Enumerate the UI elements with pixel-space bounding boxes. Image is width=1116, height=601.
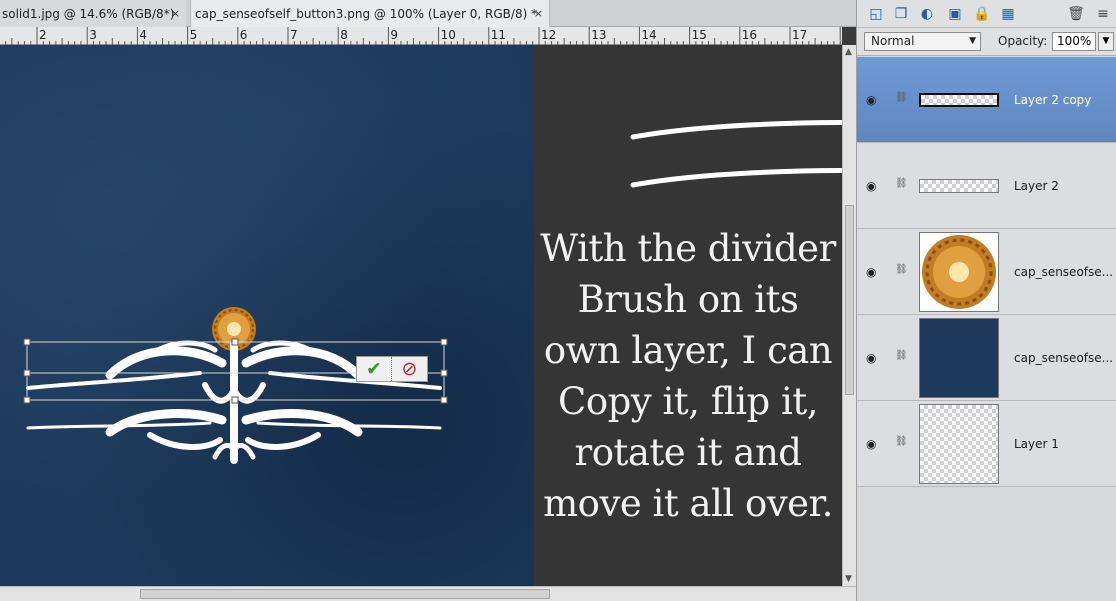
horizontal-scroll-thumb[interactable] — [140, 589, 550, 599]
ruler-number: 12 — [541, 28, 557, 42]
layer-row-background-paper[interactable]: ◉ ⛓ cap_senseofse... — [857, 315, 1116, 401]
ruler-number: 13 — [591, 28, 607, 42]
close-icon[interactable]: × — [534, 7, 543, 20]
vertical-scroll-thumb[interactable] — [845, 205, 854, 395]
horizontal-ruler: 2 3 4 5 6 7 8 9 10 11 12 13 14 15 16 17 — [0, 27, 842, 45]
link-icon[interactable]: ⛓ — [895, 350, 908, 361]
layer-mask-icon[interactable]: ▣ — [946, 5, 964, 23]
link-icon[interactable]: ⛓ — [895, 92, 908, 103]
layer-row-layer-2-copy[interactable]: ◉ ⛓ Layer 2 copy — [857, 57, 1116, 143]
link-icon[interactable]: ⛓ — [895, 436, 908, 447]
chevron-down-icon: ▼ — [969, 36, 976, 46]
ruler-number: 3 — [89, 28, 97, 42]
ruler-ticks — [5, 27, 841, 45]
lock-all-icon[interactable]: 🔒 — [973, 5, 991, 23]
visibility-eye-icon[interactable]: ◉ — [866, 437, 876, 451]
tab-cap-senseofself-button3[interactable]: cap_senseofself_button3.png @ 100% (Laye… — [190, 0, 550, 27]
tab-label: cap_senseofself_button3.png @ 100% (Laye… — [195, 6, 538, 21]
horizontal-scrollbar[interactable] — [0, 586, 856, 601]
layer-name: cap_senseofse... — [1014, 351, 1114, 365]
visibility-eye-icon[interactable]: ◉ — [866, 351, 876, 365]
adjustment-layer-icon[interactable]: ◐ — [918, 5, 936, 23]
layer-thumbnail — [919, 318, 999, 398]
new-group-icon[interactable]: ❐ — [892, 5, 910, 23]
layers-list: ◉ ⛓ Layer 2 copy ◉ ⛓ Layer 2 ◉ ⛓ cap_sen… — [857, 57, 1116, 487]
visibility-eye-icon[interactable]: ◉ — [866, 93, 876, 107]
layer-row-button[interactable]: ◉ ⛓ cap_senseofse... — [857, 229, 1116, 315]
trash-icon[interactable]: 🗑 — [1067, 5, 1085, 23]
photoshop-elements-window: solid1.jpg @ 14.6% (RGB/8*) × cap_senseo… — [0, 0, 1116, 601]
ruler-number: 16 — [741, 28, 758, 42]
blend-opacity-row: Normal ▼ Opacity: 100% ▼ — [857, 28, 1116, 56]
layer-thumbnail — [919, 93, 999, 107]
scroll-up-icon[interactable]: ▲ — [845, 47, 852, 57]
opacity-input[interactable]: 100% — [1052, 32, 1096, 51]
blend-mode-select[interactable]: Normal ▼ — [864, 32, 981, 51]
layers-toolbar: ◱ ❐ ◐ ▣ 🔒 ▦ 🗑 ≡ — [857, 0, 1116, 28]
layer-thumbnail — [919, 232, 999, 312]
opacity-dropdown-icon[interactable]: ▼ — [1098, 32, 1114, 51]
layers-panel: ◱ ❐ ◐ ▣ 🔒 ▦ 🗑 ≡ Normal ▼ Opacity: 100% ▼… — [856, 0, 1116, 601]
tab-label: solid1.jpg @ 14.6% (RGB/8*) — [2, 6, 175, 21]
ruler-number: 7 — [290, 28, 298, 42]
ruler-number: 2 — [39, 28, 47, 42]
checkmark-icon: ✔ — [366, 358, 382, 380]
ruler-number: 17 — [792, 28, 808, 42]
ruler-number: 15 — [691, 28, 707, 42]
blend-mode-value: Normal — [871, 34, 915, 48]
ruler-number: 4 — [139, 28, 148, 42]
panel-menu-icon[interactable]: ≡ — [1094, 5, 1112, 23]
layer-row-layer-1[interactable]: ◉ ⛓ Layer 1 — [857, 401, 1116, 487]
ruler-number: 6 — [239, 28, 248, 42]
layer-row-layer-2[interactable]: ◉ ⛓ Layer 2 — [857, 143, 1116, 229]
vertical-scrollbar[interactable]: ▲ ▼ — [842, 45, 856, 586]
workspace[interactable]: With the divider Brush on its own layer,… — [0, 45, 842, 586]
tutorial-caption: With the divider Brush on its own layer,… — [540, 227, 836, 525]
layer-thumbnail — [919, 404, 999, 484]
layer-thumbnail — [919, 179, 999, 193]
document-canvas[interactable] — [0, 45, 534, 586]
cancel-transform-button[interactable]: ⊘ — [392, 357, 427, 381]
layer-name: Layer 2 copy — [1014, 93, 1092, 107]
visibility-eye-icon[interactable]: ◉ — [866, 265, 876, 279]
commit-transform-button[interactable]: ✔ — [357, 357, 393, 381]
layer-name: Layer 2 — [1014, 179, 1059, 193]
cancel-icon: ⊘ — [401, 358, 418, 380]
ruler-number: 9 — [390, 28, 399, 42]
gold-button-thumbnail — [922, 235, 996, 309]
opacity-label: Opacity: — [998, 34, 1048, 48]
ruler-number: 8 — [340, 28, 348, 42]
new-layer-icon[interactable]: ◱ — [867, 5, 885, 23]
layer-name: Layer 1 — [1014, 437, 1059, 451]
ruler-number: 10 — [440, 28, 456, 42]
link-icon[interactable]: ⛓ — [895, 178, 908, 189]
ruler-number: 5 — [189, 28, 198, 42]
ruler-number: 14 — [641, 28, 657, 42]
visibility-eye-icon[interactable]: ◉ — [866, 179, 876, 193]
link-icon[interactable]: ⛓ — [895, 264, 908, 275]
tab-solid1[interactable]: solid1.jpg @ 14.6% (RGB/8*) × — [0, 0, 186, 27]
transform-commit-bar: ✔ ⊘ — [356, 356, 428, 382]
lock-transparency-icon[interactable]: ▦ — [999, 5, 1017, 23]
scroll-down-icon[interactable]: ▼ — [845, 574, 852, 584]
layer-name: cap_senseofse... — [1014, 265, 1114, 279]
close-icon[interactable]: × — [171, 7, 180, 20]
document-tab-bar: solid1.jpg @ 14.6% (RGB/8*) × cap_senseo… — [0, 0, 856, 27]
ruler-number: 11 — [490, 28, 507, 42]
